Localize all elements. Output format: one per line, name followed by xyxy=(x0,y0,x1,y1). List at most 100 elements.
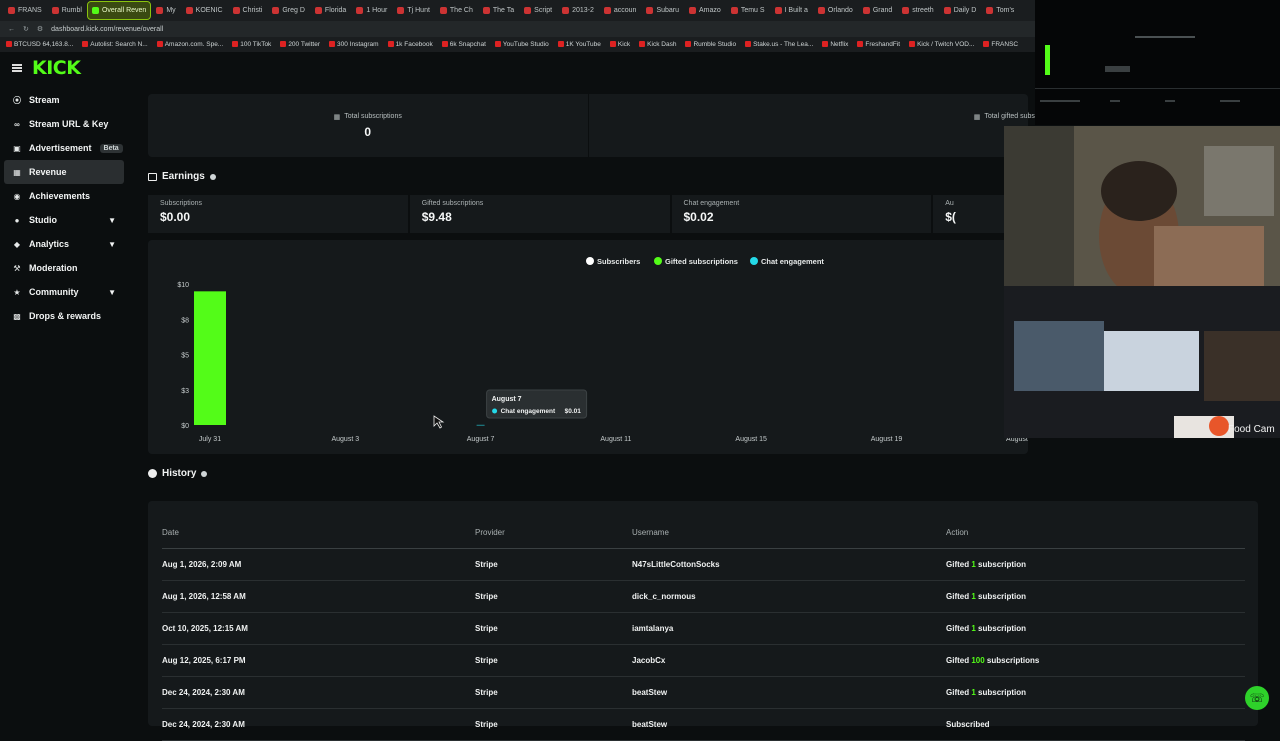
browser-tab[interactable]: Rumbl xyxy=(48,2,86,19)
browser-tab[interactable]: accoun xyxy=(600,2,641,19)
total-gifted-subscriptions: ▦Total gifted subscriptions 2 xyxy=(587,94,1061,157)
favicon-icon xyxy=(356,7,364,14)
table-row[interactable]: Oct 10, 2025, 12:15 AM Stripe iamtalanya Gi… xyxy=(162,613,1245,645)
browser-tab[interactable]: Script xyxy=(520,2,556,19)
back-icon[interactable]: ← xyxy=(8,26,15,33)
browser-tab[interactable]: 2013-2 xyxy=(558,2,598,19)
sidebar-item-studio[interactable]: ● Studio ▼ xyxy=(4,208,124,232)
table-row[interactable]: Aug 1, 2026, 2:09 AM Stripe N47sLittleCott… xyxy=(162,549,1245,581)
menu-icon[interactable] xyxy=(12,64,22,72)
bookmark-item[interactable]: Stake.us - The Lea... xyxy=(745,41,813,48)
favicon-icon xyxy=(185,7,193,14)
table-row[interactable]: Dec 24, 2024, 2:30 AM Stripe beatStew Subsc… xyxy=(162,709,1245,741)
bookmark-item[interactable]: BTCUSD 64,163.8... xyxy=(6,41,73,48)
sidebar-item-revenue[interactable]: ▦ Revenue xyxy=(4,160,124,184)
url-text[interactable]: dashboard.kick.com/revenue/overall xyxy=(51,26,163,33)
column-header[interactable]: Date xyxy=(162,528,179,537)
browser-tab[interactable]: Christi xyxy=(229,2,267,19)
table-row[interactable]: Aug 12, 2025, 6:17 PM Stripe JacobCx Gifted… xyxy=(162,645,1245,677)
favicon-icon xyxy=(603,7,611,14)
support-chat-button[interactable]: ☏ xyxy=(1245,686,1269,710)
bookmark-item[interactable]: 1K YouTube xyxy=(557,41,601,48)
bookmark-label: 1K YouTube xyxy=(565,41,601,48)
column-header[interactable]: Action xyxy=(946,528,968,537)
bookmark-item[interactable]: Kick / Twitch VOD... xyxy=(909,41,974,48)
browser-tab[interactable]: Greg D xyxy=(268,2,309,19)
reload-icon[interactable]: ↻ xyxy=(23,25,29,33)
action-text: subscription xyxy=(975,624,1027,633)
bookmark-item[interactable]: 100 TikTok xyxy=(232,41,271,48)
chevron-down-icon[interactable]: ▼ xyxy=(108,288,116,297)
bookmark-item[interactable]: Amazon.com. Spe... xyxy=(156,41,223,48)
bookmark-item[interactable]: 1k Facebook xyxy=(387,41,433,48)
cell-action: Gifted 1 subscription xyxy=(946,624,1026,633)
browser-tab[interactable]: I Built a xyxy=(771,2,812,19)
bookmark-icon xyxy=(857,41,864,47)
address-bar[interactable]: ← ↻ ⚙ dashboard.kick.com/revenue/overall xyxy=(0,21,1035,37)
favicon-icon xyxy=(272,7,280,14)
browser-tab[interactable]: Orlando xyxy=(814,2,857,19)
bookmark-icon xyxy=(685,41,692,47)
bookmark-icon xyxy=(983,41,990,47)
browser-tab[interactable]: Tom's xyxy=(982,2,1018,19)
bookmark-item[interactable]: Autolist: Search N... xyxy=(82,41,148,48)
analytics-icon: ◆ xyxy=(13,239,21,249)
sidebar-item-achievements[interactable]: ◉ Achievements xyxy=(4,184,124,208)
sidebar-item-analytics[interactable]: ◆ Analytics ▼ xyxy=(4,232,124,256)
tooltip-value: $0.01 xyxy=(565,408,582,415)
browser-tab[interactable]: Daily D xyxy=(940,2,981,19)
browser-tab[interactable]: My xyxy=(152,2,179,19)
chevron-down-icon[interactable]: ▼ xyxy=(108,216,116,225)
bookmark-item[interactable]: YouTube Studio xyxy=(494,41,549,48)
browser-tab[interactable]: 1 Hour xyxy=(352,2,391,19)
y-tick-label: $3 xyxy=(181,388,189,395)
browser-tab[interactable]: KOENIC xyxy=(182,2,227,19)
browser-tab[interactable]: Tj Hunt xyxy=(393,2,434,19)
y-tick-label: $0 xyxy=(181,423,189,430)
bookmark-item[interactable]: 6k Snapchat xyxy=(441,41,486,48)
bookmark-icon xyxy=(822,41,829,47)
chevron-down-icon[interactable]: ▼ xyxy=(108,240,116,249)
sidebar-item-advertisement[interactable]: ▣ Advertisement Beta xyxy=(4,136,124,160)
totals-card: ▦ Total subscriptions 0 ▦ Total gifted sub… xyxy=(148,94,1061,157)
browser-tab[interactable]: The Ch xyxy=(436,2,477,19)
sidebar-item-label: Studio xyxy=(29,215,57,225)
x-tick-label: August 15 xyxy=(735,436,767,443)
sidebar-item-moderation[interactable]: ⚒ Moderation xyxy=(4,256,124,280)
column-header[interactable]: Provider xyxy=(475,528,505,537)
tab-title: Daily D xyxy=(953,7,977,14)
bookmark-label: 200 Twitter xyxy=(288,41,320,48)
info-icon[interactable] xyxy=(209,173,216,180)
browser-tab[interactable]: The Ta xyxy=(479,2,518,19)
kick-logo[interactable]: KICK xyxy=(32,57,81,79)
bookmark-item[interactable]: Kick xyxy=(609,41,630,48)
bookmark-item[interactable]: Rumble Studio xyxy=(685,41,736,48)
bookmark-item[interactable]: FRANSC xyxy=(983,41,1018,48)
favicon-icon xyxy=(524,7,532,14)
bookmark-item[interactable]: Netflix xyxy=(822,41,848,48)
site-info-icon[interactable]: ⚙ xyxy=(37,25,43,33)
browser-tab[interactable]: FRANS xyxy=(4,2,46,19)
table-row[interactable]: Aug 1, 2026, 12:58 AM Stripe dick_c_normou… xyxy=(162,581,1245,613)
bookmark-item[interactable]: 300 Instagram xyxy=(329,41,379,48)
info-icon[interactable] xyxy=(201,470,208,477)
bookmark-item[interactable]: FreshandFit xyxy=(857,41,900,48)
action-text: subscription xyxy=(975,688,1027,697)
bar-chat-engagement xyxy=(476,424,485,426)
browser-tab[interactable]: Temu S xyxy=(727,2,769,19)
column-header[interactable]: Username xyxy=(632,528,669,537)
bookmark-item[interactable]: Kick Dash xyxy=(639,41,676,48)
bookmark-item[interactable]: 200 Twitter xyxy=(280,41,320,48)
browser-tab[interactable]: Florida xyxy=(311,2,350,19)
browser-tab[interactable]: Amazo xyxy=(685,2,725,19)
table-row[interactable]: Dec 24, 2024, 2:30 AM Stripe beatStew Gifte… xyxy=(162,677,1245,709)
browser-tab[interactable]: Overall Reven xyxy=(86,1,152,20)
tab-title: FRANS xyxy=(18,7,42,14)
sidebar-item-stream[interactable]: ⦿ Stream xyxy=(4,88,124,112)
browser-tab[interactable]: Grand xyxy=(859,2,896,19)
sidebar-item-community[interactable]: ★ Community ▼ xyxy=(4,280,124,304)
sidebar-item-drops-rewards[interactable]: ▩ Drops & rewards xyxy=(4,304,124,328)
sidebar-item-stream-url-key[interactable]: ∞ Stream URL & Key xyxy=(4,112,124,136)
browser-tab[interactable]: streeth xyxy=(898,2,937,19)
browser-tab[interactable]: Subaru xyxy=(642,2,683,19)
